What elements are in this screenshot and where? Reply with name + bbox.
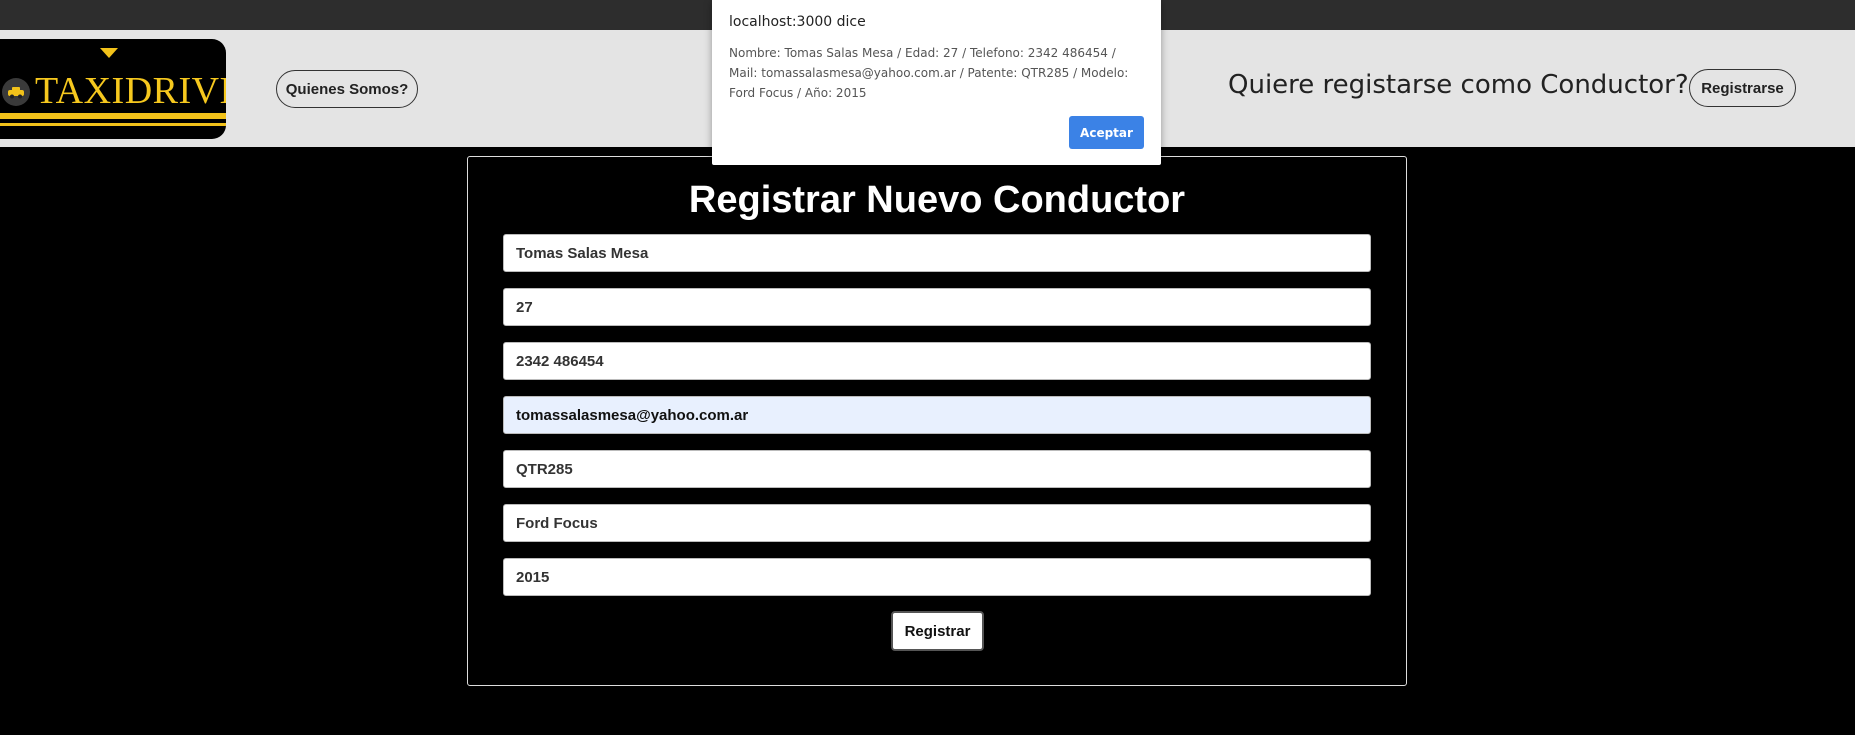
logo-text: TAXIDRIVE	[35, 70, 226, 112]
taxi-car-icon	[2, 78, 30, 106]
dialog-message: Nombre: Tomas Salas Mesa / Edad: 27 / Te…	[729, 46, 1129, 100]
form-title: Registrar Nuevo Conductor	[688, 179, 1186, 221]
register-driver-form: Registrar Nuevo Conductor Tomas Salas Me…	[467, 156, 1407, 686]
alert-dialog: localhost:3000 dice Nombre: Tomas Salas …	[712, 0, 1161, 165]
logo-notch	[100, 48, 118, 58]
license-plate-field[interactable]: QTR285	[503, 450, 1371, 488]
age-field[interactable]: 27	[503, 288, 1371, 326]
submit-register-button[interactable]: Registrar	[891, 611, 984, 651]
email-field[interactable]: tomassalasmesa@yahoo.com.ar	[503, 396, 1371, 434]
taxidrive-logo[interactable]: TAXIDRIVE	[0, 39, 226, 139]
car-model-field[interactable]: Ford Focus	[503, 504, 1371, 542]
logo-stripe-thin	[0, 123, 226, 126]
register-driver-button[interactable]: Registrarse	[1689, 69, 1796, 107]
driver-signup-prompt: Quiere registarse como Conductor?	[1228, 70, 1689, 100]
logo-stripe	[0, 113, 226, 119]
name-field[interactable]: Tomas Salas Mesa	[503, 234, 1371, 272]
car-year-field[interactable]: 2015	[503, 558, 1371, 596]
accept-button[interactable]: Aceptar	[1069, 116, 1144, 149]
dialog-title: localhost:3000 dice	[729, 14, 866, 30]
phone-field[interactable]: 2342 486454	[503, 342, 1371, 380]
about-us-button[interactable]: Quienes Somos?	[276, 70, 418, 108]
